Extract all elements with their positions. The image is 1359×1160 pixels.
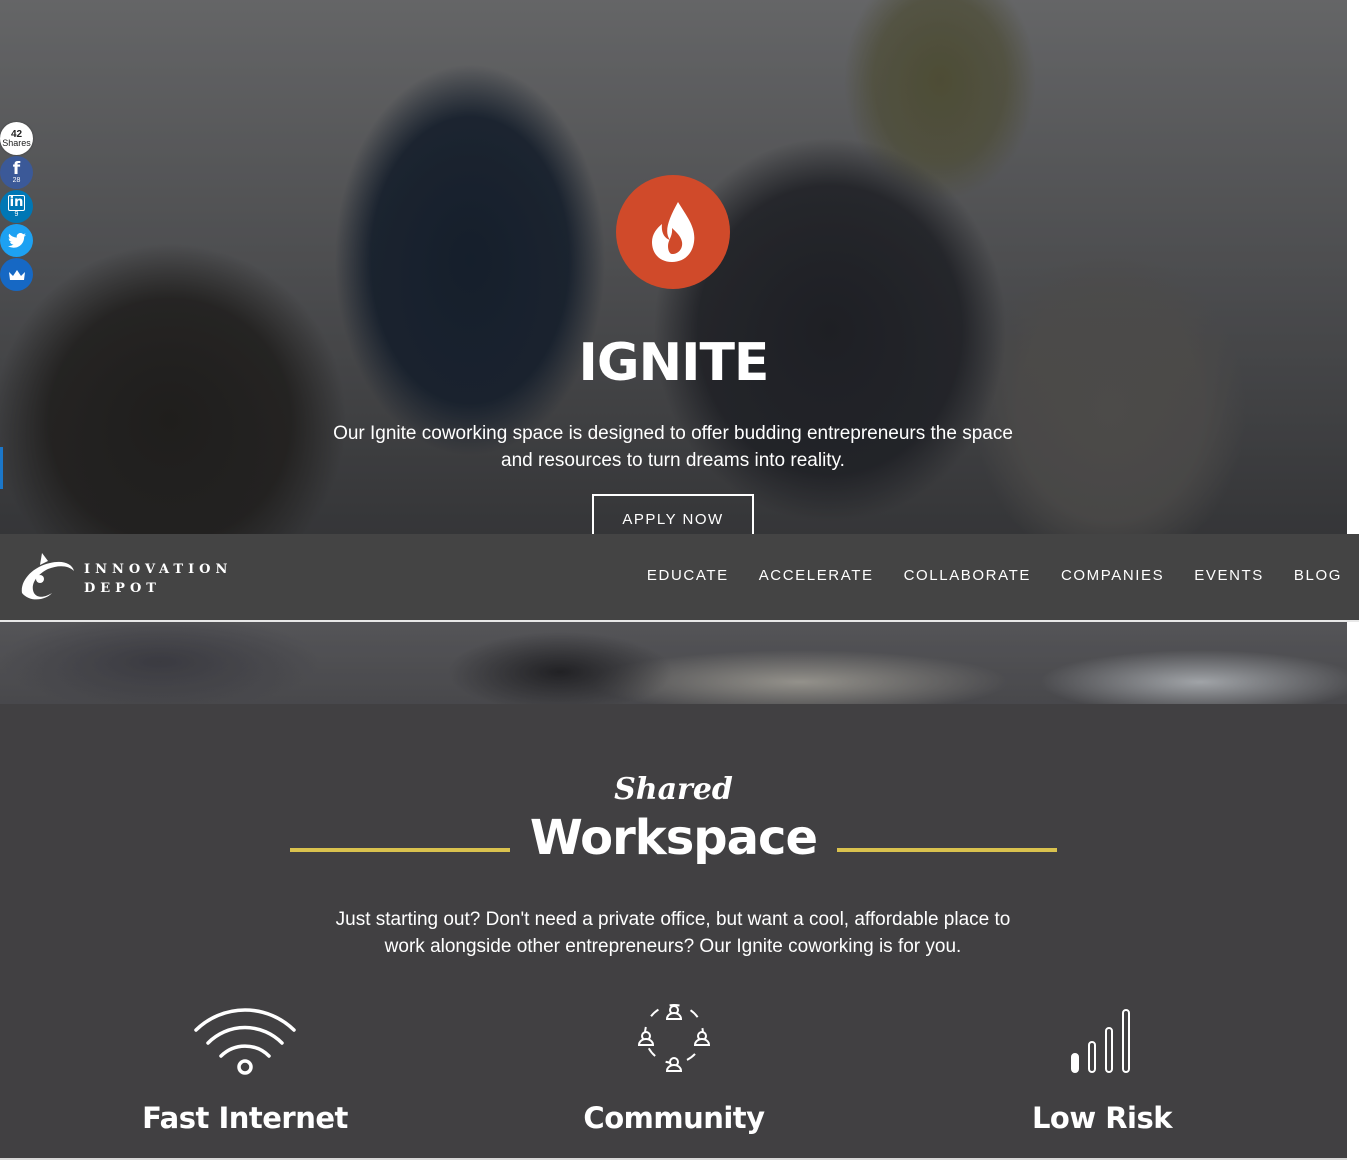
twitter-share-button[interactable] <box>0 224 33 257</box>
linkedin-share-count: 9 <box>14 211 19 218</box>
community-icon <box>637 1004 711 1072</box>
nav-link-collaborate[interactable]: COLLABORATE <box>904 567 1031 584</box>
hero-section: IGNITE Our Ignite coworking space is des… <box>0 0 1347 534</box>
feature-fast-internet: Fast Internet <box>95 1000 395 1135</box>
nav-link-accelerate[interactable]: ACCELERATE <box>759 567 874 584</box>
hero-description: Our Ignite coworking space is designed t… <box>333 423 1013 471</box>
innovation-depot-logo[interactable]: INNOVATION DEPOT <box>18 551 248 601</box>
section-title: Workspace <box>529 810 818 866</box>
section-description: Just starting out? Don't need a private … <box>335 909 1011 957</box>
flame-icon <box>652 202 695 262</box>
sumome-share-button[interactable] <box>0 258 33 291</box>
title-rule-right <box>837 848 1057 852</box>
linkedin-icon: in <box>7 195 26 211</box>
feature-community: Community <box>524 1000 824 1135</box>
nav-link-events[interactable]: EVENTS <box>1194 567 1264 584</box>
nav-link-companies[interactable]: COMPANIES <box>1061 567 1164 584</box>
nav-link-blog[interactable]: BLOG <box>1294 567 1342 584</box>
main-navigation: INNOVATION DEPOT EDUCATE ACCELERATE COLL… <box>0 534 1359 622</box>
signal-bars-icon <box>1071 1009 1130 1073</box>
logo-line-depot: DEPOT <box>84 581 161 596</box>
sumome-crown-icon <box>8 269 25 280</box>
logo-line-innovation: INNOVATION <box>84 562 233 577</box>
apply-now-button[interactable]: APPLY NOW <box>592 494 754 534</box>
hero-title: IGNITE <box>578 333 770 393</box>
ignite-flame-logo <box>616 175 730 289</box>
hero-image-strip <box>0 622 1347 704</box>
linkedin-share-button[interactable]: in 9 <box>0 190 33 223</box>
feedback-tab[interactable] <box>0 447 3 489</box>
feature-label-fast-internet: Fast Internet <box>142 1101 348 1135</box>
feature-low-risk: Low Risk <box>952 1000 1252 1135</box>
twitter-icon <box>7 233 26 248</box>
nav-link-educate[interactable]: EDUCATE <box>647 567 729 584</box>
share-count-badge: 42 Shares <box>0 122 33 155</box>
feature-label-low-risk: Low Risk <box>1031 1101 1173 1135</box>
share-total-label: Shares <box>2 137 31 148</box>
innovation-depot-logo-icon <box>21 553 74 600</box>
shared-workspace-section: Shared Workspace Just starting out? Don'… <box>0 704 1347 1158</box>
facebook-icon: f <box>12 158 21 179</box>
facebook-share-count: 28 <box>12 176 21 184</box>
feature-label-community: Community <box>583 1101 765 1135</box>
section-script-title: Shared <box>614 772 733 807</box>
facebook-share-button[interactable]: f 28 <box>0 156 33 189</box>
nav-links: EDUCATE ACCELERATE COLLABORATE COMPANIES… <box>647 567 1342 584</box>
wifi-icon <box>194 1008 296 1075</box>
